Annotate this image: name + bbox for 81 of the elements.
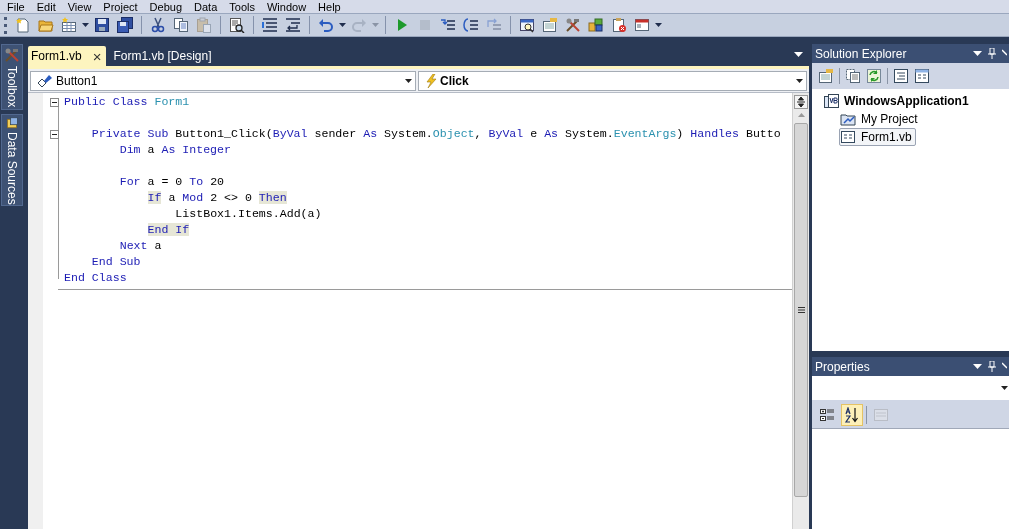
new-file-icon[interactable]	[15, 17, 31, 33]
editor-tab[interactable]: Form1.vb [Design]	[110, 46, 218, 66]
clipboard-error-icon[interactable]	[611, 17, 627, 33]
database-icon	[4, 117, 20, 130]
menu-item[interactable]: Debug	[149, 0, 183, 13]
code-line: End Sub	[90, 254, 141, 270]
object-dropdown[interactable]: Button1	[30, 70, 416, 91]
pin-icon[interactable]	[988, 48, 996, 59]
lines-arrow-icon[interactable]	[285, 17, 301, 33]
event-dropdown[interactable]: Click	[418, 70, 807, 91]
menu-item[interactable]: Tools	[229, 0, 255, 13]
code-line: Public Class Form1	[64, 94, 190, 110]
menu-item[interactable]: View	[67, 0, 92, 13]
form-icon	[840, 129, 856, 145]
caret-icon[interactable]	[405, 78, 412, 83]
code-line: Next a	[118, 238, 162, 254]
menu-item[interactable]: Data	[194, 0, 218, 13]
code-line: End Class	[64, 270, 127, 286]
undo-icon[interactable]	[318, 17, 334, 33]
menu-item[interactable]: Edit	[36, 0, 56, 13]
collapse-icon[interactable]	[49, 129, 59, 139]
property-pages-icon	[873, 406, 889, 423]
window-icon[interactable]	[634, 17, 650, 33]
toolbar-button[interactable]	[841, 403, 863, 426]
code-line: For a = 0 To 20	[118, 174, 225, 190]
editor-tab[interactable]: Form1.vb ×	[28, 46, 107, 66]
documents-icon[interactable]	[845, 68, 861, 84]
lightning-icon	[425, 73, 437, 88]
dropdown-icon[interactable]	[973, 51, 982, 56]
caret-icon[interactable]	[796, 78, 803, 83]
tree-item[interactable]: WindowsApplication1	[822, 92, 973, 110]
form-icon[interactable]	[914, 68, 930, 84]
folder-chart-icon	[840, 111, 856, 127]
menu-item[interactable]: Window	[266, 0, 307, 13]
properties-icon[interactable]	[818, 68, 834, 84]
collapse-icon[interactable]	[49, 97, 59, 107]
tree-item[interactable]: My Project	[839, 110, 922, 128]
code-line: Dim a As Integer	[118, 142, 231, 158]
caret-icon[interactable]	[82, 23, 89, 27]
panel-header: Properties	[812, 357, 1009, 376]
scroll-thumb[interactable]	[794, 123, 808, 497]
panel-header: Solution Explorer	[812, 44, 1009, 63]
code-line: Private Sub Button1_Click(ByVal sender As System.Object, ByVal e As System.EventArgs) Handles Butto	[90, 126, 781, 142]
side-tab[interactable]: Data Sources	[1, 114, 23, 206]
sort-az-icon	[844, 406, 860, 423]
caret-icon[interactable]	[1001, 386, 1008, 390]
dropdown-icon[interactable]	[973, 364, 982, 369]
step-over-icon[interactable]	[463, 17, 479, 33]
copy-icon[interactable]	[173, 17, 189, 33]
document-lines-icon[interactable]	[893, 68, 909, 84]
scrollbar[interactable]	[792, 93, 809, 529]
properties-icon[interactable]	[542, 17, 558, 33]
component-icon	[37, 73, 53, 88]
side-tab[interactable]: Toolbox	[1, 44, 23, 110]
floppy-disks-icon[interactable]	[117, 17, 133, 33]
scissors-icon[interactable]	[150, 17, 166, 33]
dropdown-icon[interactable]	[794, 52, 803, 57]
tree-item[interactable]: Form1.vb	[839, 128, 916, 146]
step-into-icon[interactable]	[440, 17, 456, 33]
caret-icon[interactable]	[655, 23, 662, 27]
menu-item[interactable]: Project	[103, 0, 138, 13]
grid-icon[interactable]	[61, 17, 77, 33]
code-line: If a Mod 2 <> 0 Then	[146, 190, 287, 206]
refresh-icon[interactable]	[866, 68, 882, 84]
wrench-hammer-icon[interactable]	[565, 17, 581, 33]
pin-icon[interactable]	[988, 361, 996, 372]
categorized-icon	[819, 406, 835, 423]
caret-icon[interactable]	[339, 23, 346, 27]
close-button[interactable]: ×	[91, 48, 103, 64]
toolbar-grip[interactable]	[4, 16, 7, 34]
wrench-hammer-icon	[4, 47, 20, 63]
grip-icon	[797, 307, 805, 313]
lines-icon[interactable]	[262, 17, 278, 33]
blocks-icon[interactable]	[588, 17, 604, 33]
project-icon	[823, 93, 839, 109]
magnifier-window-icon[interactable]	[519, 17, 535, 33]
menu-item[interactable]: Help	[318, 0, 341, 13]
code-line: ListBox1.Items.Add(a)	[174, 206, 322, 222]
menu-item[interactable]: File	[7, 0, 25, 13]
split-handle-icon[interactable]	[794, 95, 808, 109]
find-icon[interactable]	[229, 17, 245, 33]
